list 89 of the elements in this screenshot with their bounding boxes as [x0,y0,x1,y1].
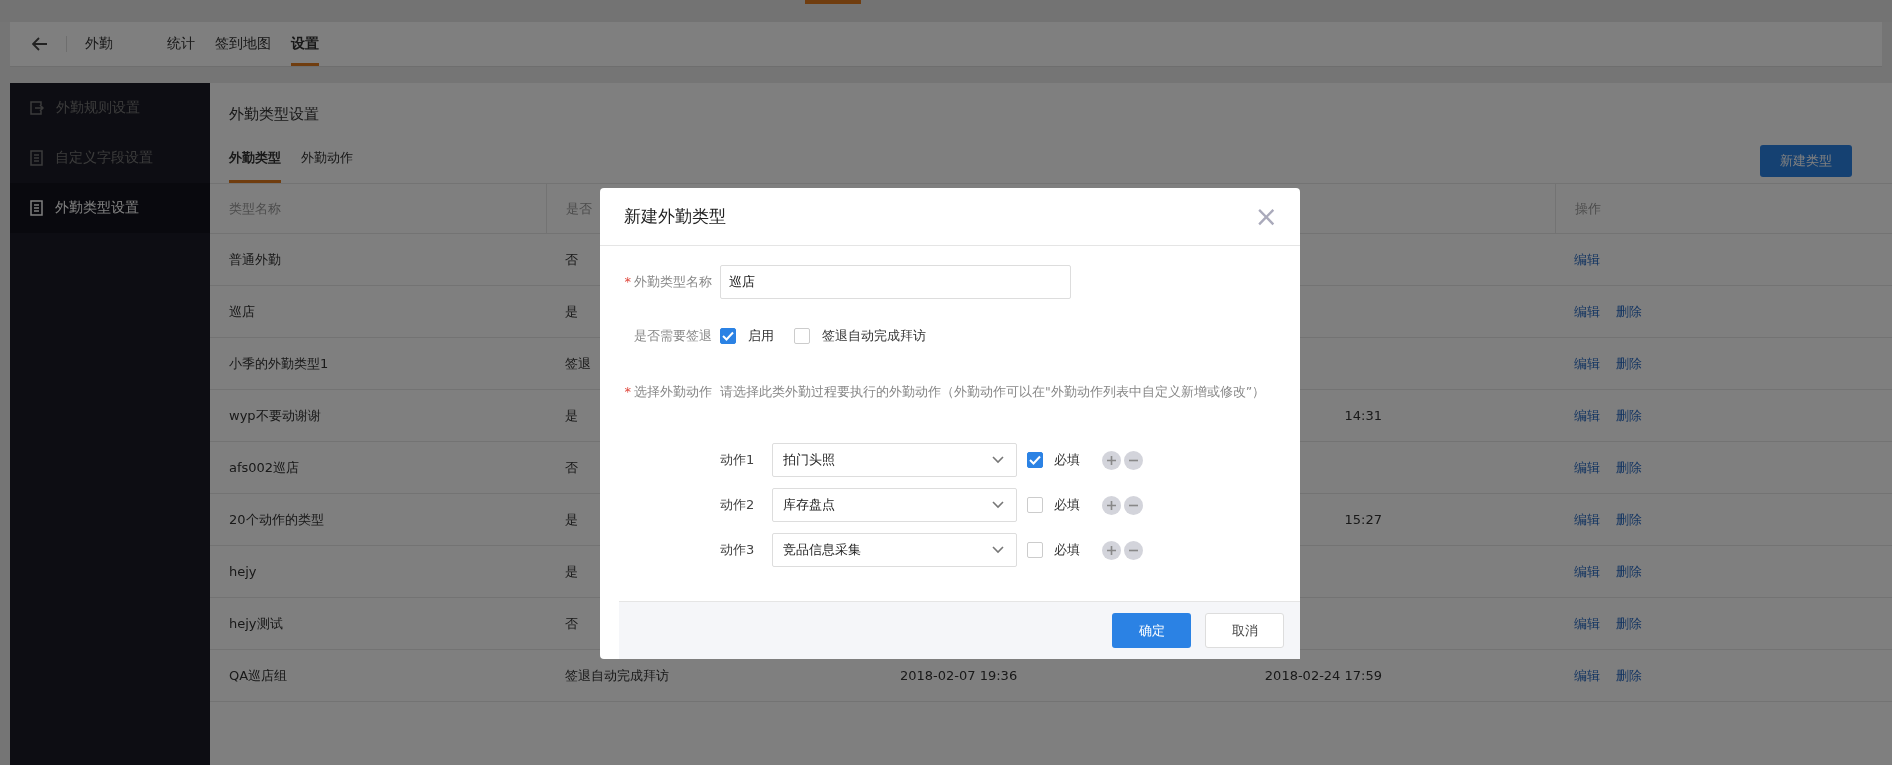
action-link[interactable]: 删除 [1616,302,1642,321]
action-link[interactable]: 编辑 [1574,614,1600,633]
section-title: 外勤类型设置 [228,104,320,125]
action-link[interactable]: 删除 [1616,354,1642,373]
top-accent-bar [805,0,861,4]
cancel-button[interactable]: 取消 [1205,613,1284,648]
action-link[interactable]: 编辑 [1574,510,1600,529]
table-cell: 2018-02-24 17:59 [1264,668,1382,683]
confirm-button[interactable]: 确定 [1112,613,1191,648]
table-cell: hejy测试 [229,614,283,633]
table-cell: 巡店 [229,302,255,321]
action-link[interactable]: 删除 [1616,666,1642,685]
table-cell: 签退 [565,354,591,373]
table-cell: 是 [565,510,578,529]
action-link[interactable]: 编辑 [1574,354,1600,373]
table-cell: QA巡店组 [229,666,288,685]
sidebar-item[interactable]: 外勤类型设置 [10,183,210,233]
table-cell: 否 [565,614,578,633]
content-tab[interactable]: 外勤类型 [229,139,281,183]
checkbox-label: 必填 [1054,541,1080,559]
back-arrow-icon[interactable] [32,37,48,51]
chevron-down-icon [992,501,1004,509]
nav-tab[interactable]: 设置 [291,22,319,66]
action-label: 动作3 [720,541,756,559]
action-select[interactable]: 库存盘点 [772,488,1017,522]
table-cell: 2018-02-07 19:36 [900,668,1018,683]
checkbox-label: 必填 [1054,451,1080,469]
table-cell: hejy [229,564,257,579]
table-cell: 是 [565,302,578,321]
action-link[interactable]: 编辑 [1574,666,1600,685]
action-link[interactable]: 编辑 [1574,458,1600,477]
table-cell: 15:27 [1344,512,1382,527]
action-select[interactable]: 竞品信息采集 [772,533,1017,567]
field-label: 是否需要签退 [634,328,712,343]
document-icon [30,200,43,216]
nav-tab[interactable]: 签到地图 [215,22,271,66]
minus-icon[interactable] [1124,540,1143,560]
checkbox[interactable] [720,328,736,344]
content-tab[interactable]: 外勤动作 [301,139,353,183]
action-link[interactable]: 编辑 [1574,302,1600,321]
action-link[interactable]: 删除 [1616,614,1642,633]
plus-icon[interactable] [1102,450,1121,470]
app-title: 外勤 [85,35,113,53]
action-label: 动作1 [720,451,756,469]
checkbox-label: 启用 [748,327,774,345]
table-cell: 普通外勤 [229,250,281,269]
action-label: 动作2 [720,496,756,514]
table-cell: 是 [565,562,578,581]
table-cell: 否 [565,250,578,269]
table-cell: 是 [565,406,578,425]
checkbox-label: 必填 [1054,496,1080,514]
minus-icon[interactable] [1124,495,1143,515]
field-label: 选择外勤动作 [634,384,712,399]
table-cell: 20个动作的类型 [229,510,324,529]
required-mark: * [624,274,631,289]
action-link[interactable]: 编辑 [1574,250,1600,269]
table-cell: 14:31 [1344,408,1382,423]
table-cell: wyp不要动谢谢 [229,406,321,425]
new-type-button[interactable]: 新建类型 [1760,145,1852,177]
plus-icon[interactable] [1102,495,1121,515]
action-link[interactable]: 删除 [1616,562,1642,581]
checkbox[interactable] [1027,542,1043,558]
close-button[interactable]: × [1254,202,1278,231]
dialog-title: 新建外勤类型 [624,205,726,228]
action-link[interactable]: 删除 [1616,510,1642,529]
table-cell: 否 [565,458,578,477]
action-link[interactable]: 删除 [1616,458,1642,477]
table-cell: afs002巡店 [229,458,300,477]
action-link[interactable]: 编辑 [1574,406,1600,425]
nav-tab[interactable]: 统计 [167,22,195,66]
chevron-down-icon [992,546,1004,554]
table-cell: 小季的外勤类型1 [229,354,329,373]
document-icon [30,150,43,166]
checkbox[interactable] [794,328,810,344]
type-name-field[interactable]: 巡店 [720,265,1071,299]
checkbox[interactable] [1027,452,1043,468]
table-cell: 签退自动完成拜访 [565,666,669,685]
checkbox[interactable] [1027,497,1043,513]
plus-icon[interactable] [1102,540,1121,560]
checkbox-label: 签退自动完成拜访 [822,327,926,345]
chevron-down-icon [992,456,1004,464]
required-mark: * [624,384,631,399]
field-label: 外勤类型名称 [634,274,712,289]
action-link[interactable]: 删除 [1616,406,1642,425]
hint-text: 请选择此类外勤过程要执行的外勤动作（外勤动作可以在"外勤动作列表中自定义新增或修改”） [720,383,1266,401]
action-link[interactable]: 编辑 [1574,562,1600,581]
minus-icon[interactable] [1124,450,1143,470]
exit-icon [30,100,44,116]
action-select[interactable]: 拍门头照 [772,443,1017,477]
